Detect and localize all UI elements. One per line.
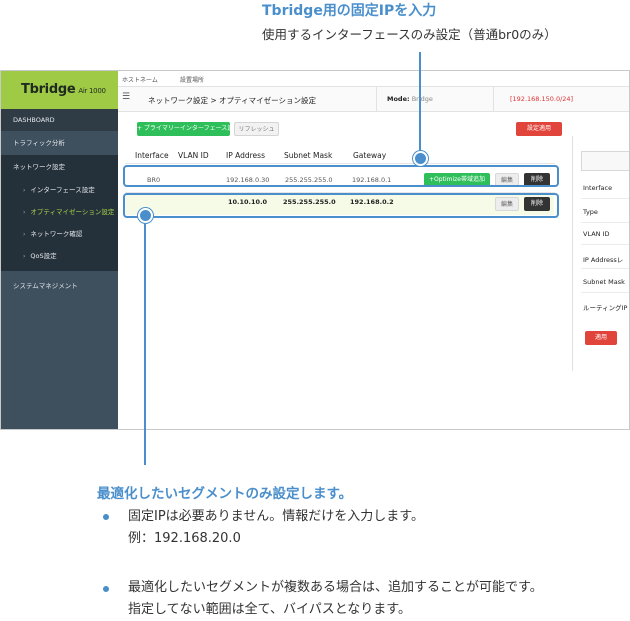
highlight-box-interface-row (123, 165, 559, 187)
refresh-button[interactable]: リフレッシュ (234, 122, 279, 136)
sidebar-item-system[interactable]: システムマネジメント (1, 275, 118, 297)
breadcrumb: ネットワーク設定 > オプティマイゼーション設定 (148, 96, 316, 105)
panel-field-type: Type (583, 208, 598, 216)
header-vlan-id: VLAN ID (178, 151, 209, 160)
sidebar-item-optimization[interactable]: › オプティマイゼーション設定 (1, 201, 118, 223)
mode-value: Bridge (411, 95, 433, 103)
menu-icon[interactable]: ☰ (122, 92, 130, 102)
sidebar-item-interface[interactable]: › インターフェース設定 (1, 179, 118, 201)
bullet-2-line1: 最適化したいセグメントが複数ある場合は、追加することが可能です。 (128, 580, 543, 595)
panel-field-interface: Interface (583, 184, 613, 192)
hostname-label: ホストネーム (122, 77, 158, 84)
top-info-bar: ホストネーム 設置場所 (118, 71, 629, 87)
network-ip-display: [192.168.150.0/24] (510, 95, 574, 103)
sidebar-item-network[interactable]: ネットワーク設定 (1, 155, 118, 179)
bullet-dot (103, 586, 109, 592)
panel-divider (581, 222, 629, 223)
sidebar: Tbridge Air 1000 DASHBOARD トラフィック分析 ネットワー… (1, 71, 118, 429)
chevron-right-icon: › (23, 187, 26, 194)
bullet-2-line2: 指定してない範囲は全て、バイパスとなります。 (128, 602, 412, 617)
add-primary-interface-button[interactable]: + プライマリーインターフェース追加 (137, 122, 239, 136)
callout-line-bottom (144, 220, 146, 465)
chevron-right-icon: › (23, 209, 26, 216)
mode-label: Mode: (387, 95, 410, 103)
header-ip-address: IP Address (226, 151, 265, 160)
panel-field-subnet-mask: Subnet Mask (583, 278, 625, 286)
panel-apply-button[interactable]: 適用 (585, 331, 617, 345)
mode-indicator: Mode: Bridge (376, 87, 494, 111)
callout-dot-bottom (138, 208, 153, 223)
logo-text: Tbridge (21, 82, 76, 97)
panel-divider (581, 268, 629, 269)
sidebar-item-qos[interactable]: › QoS設定 (1, 245, 118, 271)
panel-input[interactable] (581, 151, 629, 171)
header-interface: Interface (135, 151, 169, 160)
chevron-right-icon: › (23, 231, 26, 238)
panel-divider (581, 292, 629, 293)
location-label: 設置場所 (180, 77, 205, 84)
header-gateway: Gateway (353, 151, 387, 160)
highlight-box-segment-row (123, 193, 559, 218)
bullet-dot (103, 514, 109, 520)
panel-divider (581, 198, 629, 199)
callout-dot-top (413, 151, 428, 166)
callout-line-top (419, 52, 421, 152)
sidebar-item-network-check[interactable]: › ネットワーク確認 (1, 223, 118, 245)
panel-field-ip-address: IP Addressレ (583, 256, 624, 264)
panel-divider (581, 244, 629, 245)
header-divider (125, 163, 555, 164)
apply-settings-button[interactable]: 設定適用 (516, 122, 562, 136)
header-bar: ☰ ネットワーク設定 > オプティマイゼーション設定 Mode: Bridge … (118, 87, 629, 112)
logo-area: Tbridge Air 1000 (1, 71, 118, 110)
app-screenshot: Tbridge Air 1000 DASHBOARD トラフィック分析 ネットワー… (0, 70, 630, 430)
bullet-1-line2: 例：192.168.20.0 (128, 531, 241, 546)
bullet-1-line1: 固定IPは必要ありません。情報だけを入力します。 (128, 509, 424, 524)
sidebar-item-dashboard[interactable]: DASHBOARD (1, 109, 118, 131)
top-annotation-title: Tbridge用の固定IPを入力 (262, 3, 437, 19)
header-subnet-mask: Subnet Mask (284, 151, 333, 160)
edit-panel: Interface Type VLAN ID IP Addressレ Subne… (572, 136, 629, 371)
bottom-annotation-title: 最適化したいセグメントのみ設定します。 (97, 486, 353, 502)
logo-suffix: Air 1000 (78, 87, 106, 95)
chevron-right-icon: › (23, 253, 26, 260)
top-annotation-subtitle: 使用するインターフェースのみ設定（普通br0のみ） (262, 27, 557, 42)
logo: Tbridge Air 1000 (21, 82, 106, 97)
panel-field-routing-ip: ルーティングIP (583, 304, 628, 312)
sidebar-item-traffic[interactable]: トラフィック分析 (1, 132, 118, 154)
panel-field-vlan-id: VLAN ID (583, 230, 610, 238)
